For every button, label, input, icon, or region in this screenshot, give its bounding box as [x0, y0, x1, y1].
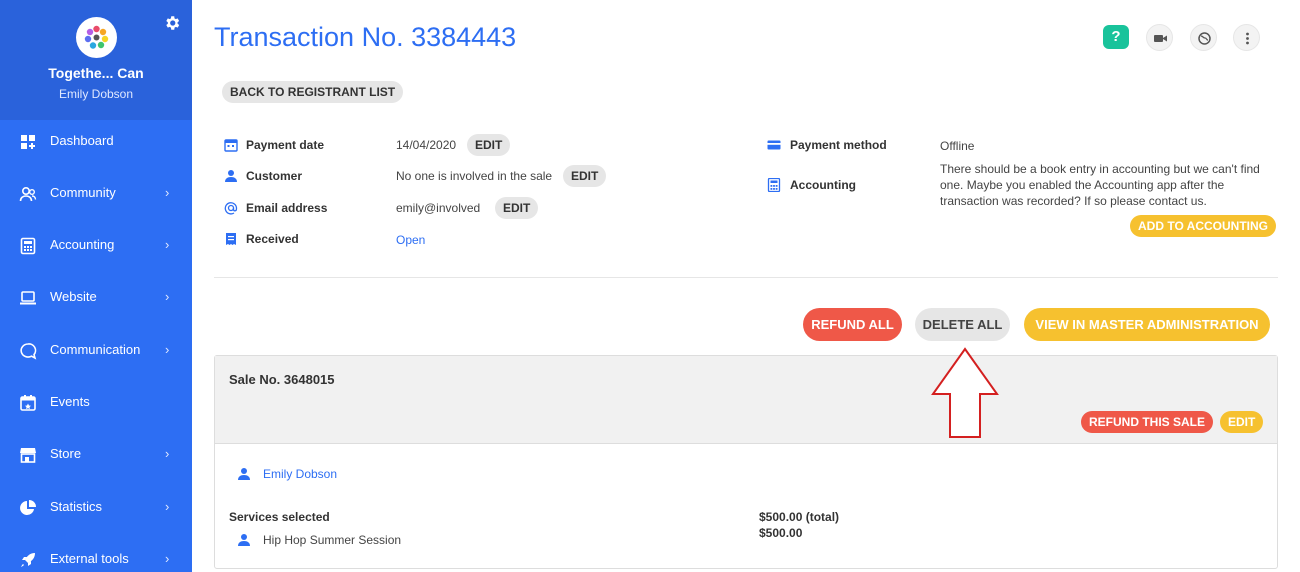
help-button[interactable]: ? — [1103, 25, 1129, 49]
user-icon — [238, 534, 250, 546]
sidebar-item-label: Dashboard — [50, 133, 114, 148]
chevron-right-icon: › — [165, 499, 170, 514]
received-open-link[interactable]: Open — [396, 233, 425, 247]
calendar-icon — [20, 395, 36, 411]
vertical-dots-icon — [1246, 32, 1249, 45]
sidebar-item-label: Community — [50, 185, 116, 200]
video-camera-icon — [1154, 35, 1167, 42]
back-to-registrant-list-button[interactable]: BACK TO REGISTRANT LIST — [222, 81, 404, 103]
globe-icon — [1198, 32, 1211, 45]
received-label: Received — [246, 232, 299, 246]
up-arrow-annotation-icon — [931, 347, 999, 438]
at-sign-icon — [224, 202, 238, 215]
org-name: Togethe... Can — [48, 65, 144, 81]
calculator-icon — [767, 178, 781, 192]
sidebar-item-label: Accounting — [50, 237, 115, 252]
chevron-right-icon: › — [165, 551, 170, 566]
customer-label: Customer — [246, 169, 303, 183]
accounting-message: There should be a book entry in accounti… — [940, 162, 1260, 208]
org-logo[interactable] — [76, 17, 117, 58]
refund-all-button[interactable]: REFUND ALL — [803, 308, 902, 341]
edit-customer-button[interactable]: EDIT — [563, 165, 607, 187]
sidebar-item-label: External tools — [50, 551, 129, 566]
settings-gear-icon[interactable] — [163, 14, 181, 32]
sidebar-item-label: Store — [50, 446, 82, 461]
store-icon — [20, 448, 36, 463]
laptop-icon — [20, 291, 36, 305]
dashboard-icon — [21, 135, 35, 149]
sale-total: $500.00 (total) — [759, 510, 840, 524]
service-name: Hip Hop Summer Session — [263, 533, 402, 547]
chevron-right-icon: › — [165, 289, 170, 304]
sidebar-item-store[interactable]: Store › — [0, 429, 192, 481]
sidebar-item-label: Website — [50, 289, 97, 304]
sidebar-item-label: Communication — [50, 342, 141, 357]
add-to-accounting-button[interactable]: ADD TO ACCOUNTING — [1130, 215, 1276, 237]
sidebar-item-website[interactable]: Website › — [0, 272, 192, 324]
sidebar-item-events[interactable]: Events — [0, 377, 192, 429]
payment-date-value: 14/04/2020 — [396, 138, 457, 152]
sidebar-item-dashboard[interactable]: Dashboard — [0, 116, 192, 168]
sidebar-item-label: Statistics — [50, 499, 103, 514]
logo-flower-icon — [84, 25, 109, 49]
view-in-master-administration-button[interactable]: VIEW IN MASTER ADMINISTRATION — [1024, 308, 1270, 341]
edit-email-button[interactable]: EDIT — [495, 197, 539, 219]
edit-sale-button[interactable]: EDIT — [1220, 411, 1264, 433]
sale-title: Sale No. 3648015 — [229, 372, 335, 387]
sidebar-item-accounting[interactable]: Accounting › — [0, 220, 192, 272]
sidebar-item-statistics[interactable]: Statistics › — [0, 482, 192, 534]
user-icon — [225, 170, 237, 182]
email-label: Email address — [246, 201, 328, 215]
email-value: emily@involved — [396, 201, 481, 215]
sale-card-header: Sale No. 3648015 REFUND THIS SALE EDIT — [215, 356, 1277, 444]
chevron-right-icon: › — [165, 237, 170, 252]
pie-chart-icon — [20, 500, 36, 515]
sidebar-item-label: Events — [50, 394, 90, 409]
payment-method-label: Payment method — [790, 138, 887, 152]
delete-all-button[interactable]: DELETE ALL — [915, 308, 1010, 341]
payment-method-value: Offline — [940, 139, 975, 153]
current-user-name: Emily Dobson — [58, 87, 134, 101]
refund-this-sale-button[interactable]: REFUND THIS SALE — [1081, 411, 1214, 433]
calendar-icon — [224, 139, 238, 152]
edit-payment-date-button[interactable]: EDIT — [467, 134, 511, 156]
sidebar: Togethe... Can Emily Dobson Dashboard Co… — [0, 0, 192, 572]
user-icon — [238, 468, 250, 480]
sidebar-item-external-tools[interactable]: External tools › — [0, 534, 192, 572]
section-divider — [214, 277, 1278, 278]
sidebar-item-community[interactable]: Community › — [0, 168, 192, 220]
credit-card-icon — [767, 140, 781, 150]
customer-value: No one is involved in the sale — [396, 169, 553, 183]
rocket-icon — [21, 553, 35, 567]
chevron-right-icon: › — [165, 342, 170, 357]
community-icon — [19, 186, 37, 202]
globe-button[interactable] — [1190, 24, 1217, 51]
receipt-icon — [226, 233, 236, 245]
chat-icon — [20, 343, 37, 360]
video-button[interactable] — [1146, 24, 1173, 51]
sale-card: Sale No. 3648015 REFUND THIS SALE EDIT E… — [214, 355, 1278, 569]
payment-date-label: Payment date — [246, 138, 325, 152]
sale-customer-link[interactable]: Emily Dobson — [263, 467, 337, 481]
calculator-icon — [20, 237, 36, 255]
chevron-right-icon: › — [165, 185, 170, 200]
accounting-label: Accounting — [790, 178, 856, 192]
sidebar-item-communication[interactable]: Communication › — [0, 325, 192, 377]
service-amount: $500.00 — [759, 526, 803, 540]
page-title: Transaction No. 3384443 — [214, 22, 517, 52]
more-options-button[interactable] — [1233, 24, 1260, 51]
chevron-right-icon: › — [165, 446, 170, 461]
sidebar-header: Togethe... Can Emily Dobson — [0, 0, 192, 120]
services-selected-label: Services selected — [229, 510, 330, 524]
